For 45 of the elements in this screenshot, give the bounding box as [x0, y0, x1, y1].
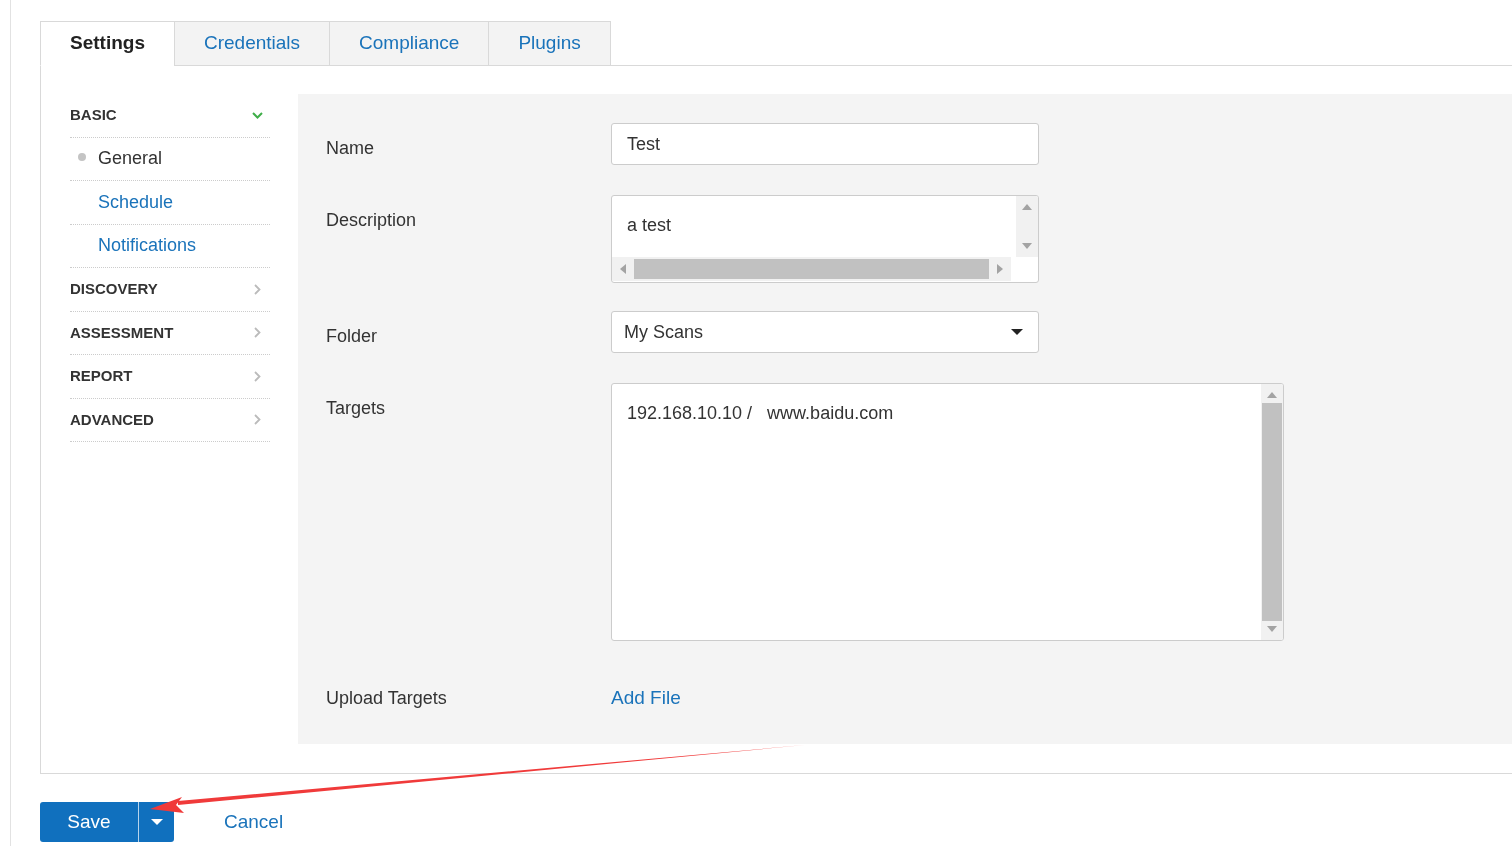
name-input[interactable]: Test: [611, 123, 1039, 165]
cancel-link[interactable]: Cancel: [224, 807, 284, 837]
caret-icon: [1011, 329, 1023, 335]
description-text: a test: [626, 214, 673, 237]
description-textarea[interactable]: a test: [611, 195, 1039, 283]
field-label: Upload Targets: [326, 687, 448, 710]
vertical-scrollbar[interactable]: [1016, 196, 1038, 257]
chevron-right-icon: [254, 327, 261, 339]
scrollbar-thumb[interactable]: [634, 259, 989, 279]
scroll-left-arrow-icon: [620, 264, 626, 274]
chevron-right-icon: [254, 370, 261, 382]
scroll-down-arrow-icon: [1267, 626, 1277, 632]
add-file-link[interactable]: Add File: [611, 673, 681, 713]
scrollbar-thumb[interactable]: [1262, 403, 1282, 621]
scroll-right-arrow-icon: [997, 264, 1003, 274]
field-label: Name: [326, 137, 375, 160]
sidebar-section[interactable]: ASSESSMENT: [70, 311, 270, 355]
folder-dropdown[interactable]: My Scans: [611, 311, 1039, 353]
sidebar-item[interactable]: General: [70, 137, 270, 181]
save-button[interactable]: Save: [40, 802, 139, 842]
targets-text: 192.168.10.10 / www.baidu.com: [626, 402, 895, 425]
tab[interactable]: Plugins: [488, 21, 611, 66]
vertical-scrollbar[interactable]: [1261, 384, 1283, 640]
sidebar-section[interactable]: REPORT: [70, 355, 270, 399]
sidebar-section[interactable]: ADVANCED: [70, 398, 270, 442]
sidebar-section[interactable]: DISCOVERY: [70, 268, 270, 312]
scroll-down-arrow-icon: [1022, 243, 1032, 249]
bullet-icon: [78, 152, 86, 161]
sidebar-item[interactable]: Notifications: [70, 224, 270, 268]
tab[interactable]: Credentials: [173, 21, 330, 66]
field-label: Folder: [326, 325, 379, 348]
field-label: Description: [326, 209, 418, 232]
scroll-up-arrow-icon: [1267, 392, 1277, 398]
field-label: Targets: [326, 397, 387, 420]
sidebar-item[interactable]: Schedule: [70, 181, 270, 225]
sidebar-section[interactable]: BASIC: [70, 94, 270, 138]
chevron-right-icon: [254, 414, 261, 426]
scroll-up-arrow-icon: [1022, 204, 1032, 210]
caret-icon: [150, 819, 163, 825]
horizontal-scrollbar[interactable]: [612, 257, 1011, 281]
tab[interactable]: Settings: [40, 21, 174, 66]
targets-textarea[interactable]: 192.168.10.10 / www.baidu.com: [611, 383, 1284, 641]
tab[interactable]: Compliance: [329, 21, 489, 66]
chevron-down-icon: [252, 111, 263, 119]
chevron-right-icon: [254, 283, 261, 295]
